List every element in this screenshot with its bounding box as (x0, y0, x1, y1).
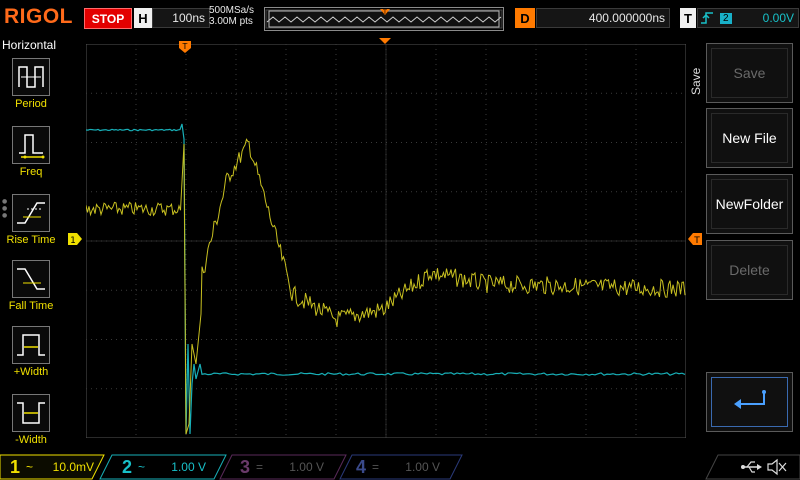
channel-1-coupling: ~ (26, 460, 34, 474)
memory-position-bar[interactable]: T (264, 7, 504, 31)
channel-4-coupling: = (372, 460, 380, 474)
left-menu-title: Horizontal (2, 38, 57, 52)
channel-3-scale: 1.00 V (289, 460, 324, 474)
save-button-label: Save (733, 65, 766, 81)
channel-2-coupling: ~ (138, 460, 146, 474)
save-button[interactable]: Save (706, 43, 793, 103)
rising-edge-icon (701, 12, 713, 24)
negative-width-icon (17, 402, 45, 424)
channel-1-ground-marker[interactable]: 1 (68, 233, 82, 245)
horizontal-delay-value[interactable]: 400.000000ns (536, 8, 670, 28)
channel-4-number: 4 (355, 456, 366, 477)
positive-width-button[interactable] (12, 326, 50, 364)
trigger-source-badge: 2 (720, 12, 732, 24)
waveform-display[interactable] (86, 44, 686, 438)
channel-4-tab[interactable]: 4 = 1.00 V (350, 455, 440, 479)
channel-3-tab[interactable]: 3 = 1.00 V (234, 455, 324, 479)
delete-button-label: Delete (729, 262, 770, 278)
negative-width-button[interactable] (12, 394, 50, 432)
period-icon (18, 66, 44, 88)
positive-width-label: +Width (13, 366, 49, 378)
timebase-value[interactable]: 100ns (152, 8, 210, 28)
usb-icon (741, 461, 762, 473)
negative-width-label: -Width (15, 434, 47, 446)
channel-1-tab[interactable]: 1 ~ 10.0mV (4, 455, 94, 479)
menu-page-dots: ● ● ● (2, 198, 8, 219)
freq-icon (19, 134, 45, 159)
channel-1-scale: 10.0mV (52, 460, 94, 474)
trigger-level-value: 0.00V (762, 11, 794, 25)
channel-1-number: 1 (9, 456, 20, 477)
trigger-position-marker[interactable]: T (178, 40, 192, 54)
positive-width-icon (17, 334, 45, 356)
svg-text:T: T (182, 42, 188, 51)
channel-3-number: 3 (239, 456, 250, 477)
acquisition-info: 500MSa/s 3.00M pts (209, 5, 254, 27)
new-folder-button[interactable]: NewFolder (706, 174, 793, 234)
new-file-button[interactable]: New File (706, 108, 793, 168)
rise-time-button[interactable] (12, 194, 50, 232)
channel-2-number: 2 (121, 456, 132, 477)
enter-arrow-icon (733, 390, 766, 409)
channel-2-scale: 1.00 V (171, 460, 206, 474)
memory-depth: 3.00M pts (209, 16, 253, 27)
trigger-key[interactable]: T (680, 8, 696, 28)
speaker-muted-icon[interactable] (766, 457, 788, 477)
new-file-button-label: New File (722, 130, 777, 146)
run-stop-indicator[interactable]: STOP (84, 8, 132, 29)
fall-time-button[interactable] (12, 260, 50, 298)
new-folder-button-label: NewFolder (715, 196, 784, 212)
period-button[interactable] (12, 58, 50, 96)
enter-button[interactable] (706, 372, 793, 432)
freq-label: Freq (19, 166, 43, 178)
channel-3-coupling: = (256, 460, 264, 474)
period-label: Period (15, 98, 47, 110)
horizontal-key[interactable]: H (134, 8, 152, 28)
rise-time-label: Rise Time (6, 234, 56, 246)
channel-4-scale: 1.00 V (405, 460, 440, 474)
fall-time-icon (17, 268, 45, 290)
right-menu-title: Save (689, 67, 703, 95)
trigger-settings[interactable]: 2 0.00V (697, 8, 799, 28)
sample-rate: 500MSa/s (209, 5, 255, 16)
channel-2-tab[interactable]: 2 ~ 1.00 V (116, 455, 206, 479)
fall-time-label: Fall Time (8, 300, 54, 312)
memory-waveform-icon: T (265, 9, 503, 29)
rise-time-icon (17, 202, 45, 224)
delete-button[interactable]: Delete (706, 240, 793, 300)
delay-key[interactable]: D (515, 8, 535, 28)
brand-logo: RIGOL (4, 5, 73, 28)
freq-button[interactable] (12, 126, 50, 164)
svg-text:1: 1 (70, 236, 76, 245)
svg-text:T: T (382, 9, 387, 16)
center-position-marker (379, 38, 391, 44)
